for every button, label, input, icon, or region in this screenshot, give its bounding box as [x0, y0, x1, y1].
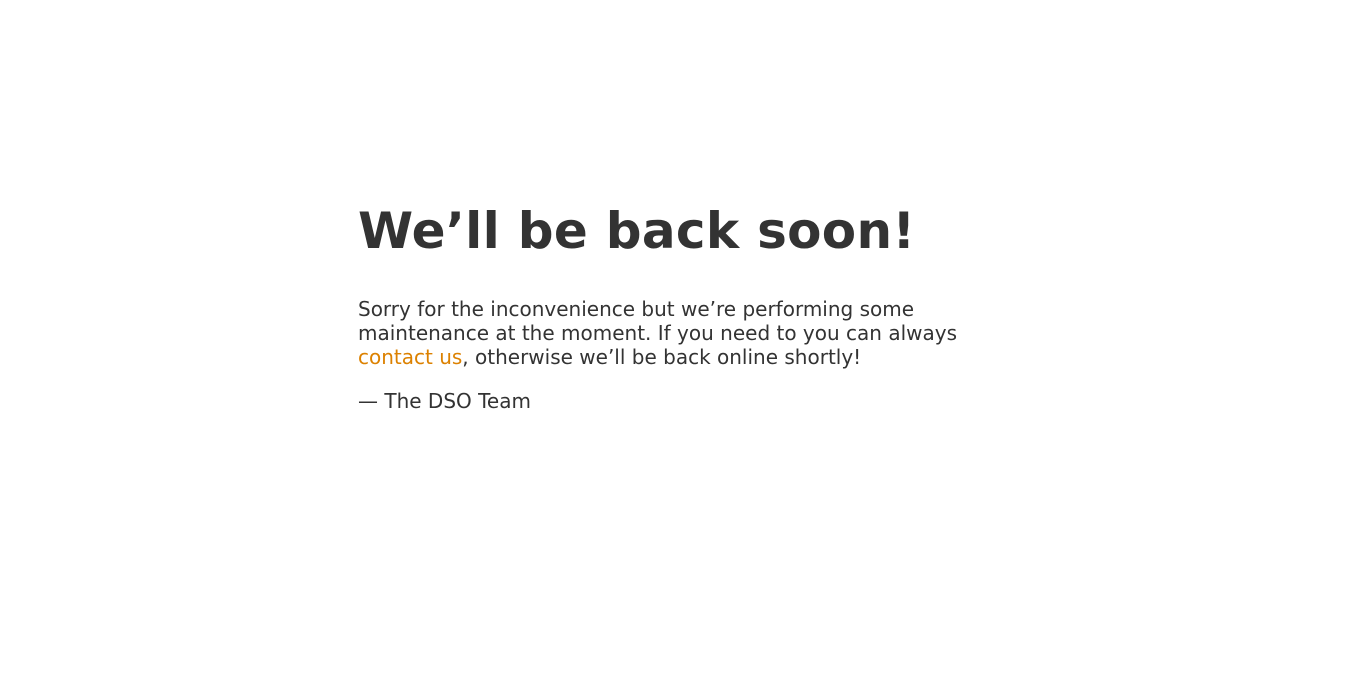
message-body: Sorry for the inconvenience but we’re pe…	[358, 297, 1008, 413]
maintenance-message: Sorry for the inconvenience but we’re pe…	[358, 297, 968, 369]
message-text-after-link: , otherwise we’ll be back online shortly…	[462, 345, 862, 369]
signature: — The DSO Team	[358, 389, 531, 413]
contact-us-link[interactable]: contact us	[358, 345, 462, 369]
maintenance-article: We’ll be back soon! Sorry for the inconv…	[358, 196, 1008, 413]
message-text-before-link: Sorry for the inconvenience but we’re pe…	[358, 297, 958, 345]
page-title: We’ll be back soon!	[358, 202, 916, 260]
